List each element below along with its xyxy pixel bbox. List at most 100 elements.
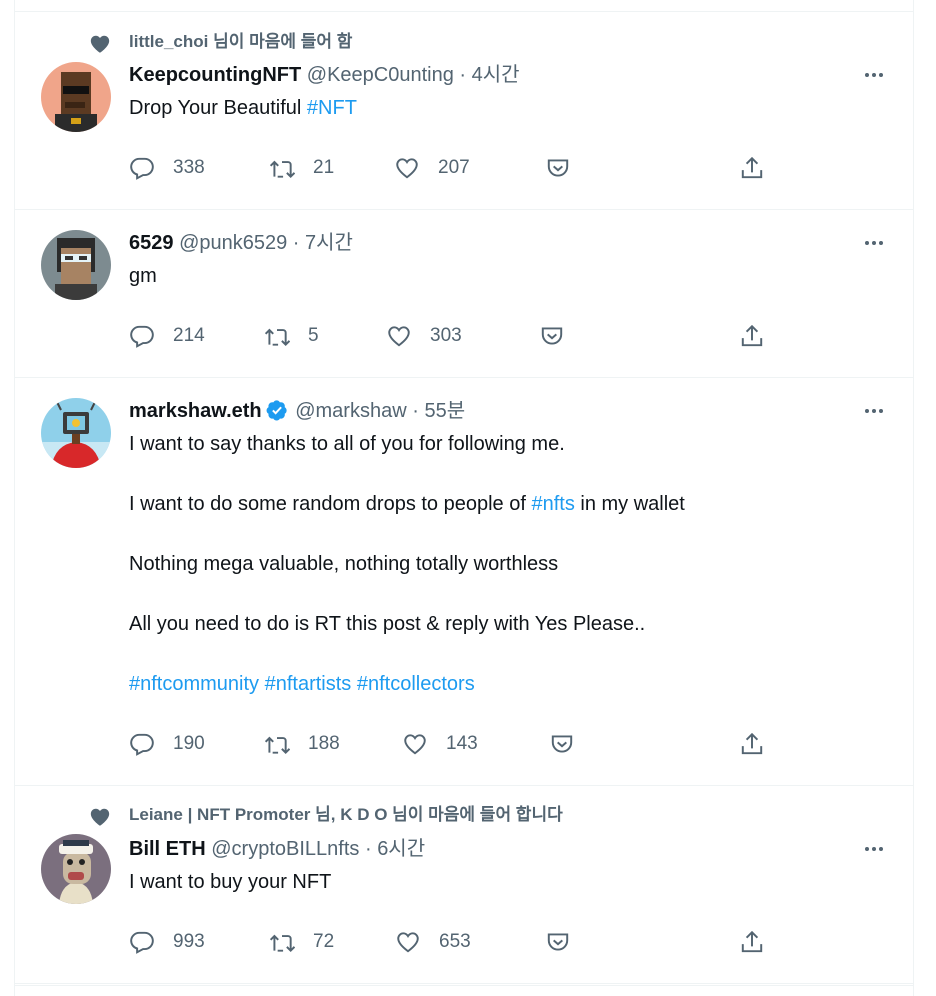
share-button[interactable] — [739, 927, 765, 957]
text: Drop Your Beautiful — [129, 97, 307, 119]
text: I want to buy your NFT — [129, 871, 332, 893]
reply-button[interactable]: 190 — [129, 729, 205, 759]
reply-button[interactable]: 993 — [129, 927, 205, 957]
timestamp[interactable]: 55분 — [424, 400, 465, 422]
user-handle[interactable]: @cryptoBILLnfts — [211, 838, 359, 860]
separator: · — [364, 838, 372, 860]
display-name[interactable]: KeepcountingNFT — [129, 64, 301, 86]
share-button[interactable] — [739, 321, 765, 351]
verified-badge-icon — [266, 400, 287, 421]
save-button[interactable] — [549, 729, 575, 759]
tweet-header: Bill ETH @cryptoBILLnfts · 6시간 — [129, 836, 425, 862]
user-handle[interactable]: @punk6529 — [179, 232, 287, 254]
reply-count: 338 — [173, 157, 205, 178]
share-button[interactable] — [739, 729, 765, 759]
pocket-save-icon — [551, 735, 573, 753]
timestamp[interactable]: 6시간 — [377, 838, 425, 860]
avatar[interactable] — [41, 62, 111, 132]
paragraph: I want to do some random drops to people… — [129, 489, 685, 519]
more-dots-icon[interactable] — [861, 398, 887, 424]
social-context[interactable]: Leiane | NFT Promoter 님, K D O 님이 마음에 들어… — [129, 804, 563, 826]
paragraph: #nftcommunity #nftartists #nftcollectors — [129, 669, 685, 699]
text: I want to say thanks to all of you for f… — [129, 433, 565, 455]
action-bar: 214 5 303 — [129, 321, 913, 351]
hashtag-links[interactable]: #nftcommunity #nftartists #nftcollectors — [129, 673, 475, 695]
heart-filled-icon — [90, 808, 110, 826]
reply-button[interactable]: 214 — [129, 321, 205, 351]
action-bar: 993 72 653 — [129, 927, 913, 957]
tweet-card[interactable]: markshaw.eth @markshaw · 55분 I want to s… — [15, 378, 913, 786]
tweet-card[interactable]: little_choi 님이 마음에 들어 함 KeepcountingNFT … — [15, 12, 913, 210]
timestamp[interactable]: 7시간 — [305, 232, 353, 254]
like-button[interactable]: 653 — [395, 927, 471, 957]
save-button[interactable] — [539, 321, 565, 351]
share-upload-icon — [741, 732, 763, 755]
more-dots-icon[interactable] — [861, 230, 887, 256]
pocket-save-icon — [547, 933, 569, 951]
hashtag-link[interactable]: #NFT — [307, 97, 357, 119]
retweet-button[interactable]: 72 — [269, 927, 334, 957]
hashtag-link[interactable]: #nfts — [531, 493, 574, 515]
share-upload-icon — [741, 324, 763, 347]
separator: · — [292, 232, 300, 254]
like-count: 207 — [438, 157, 470, 178]
user-handle[interactable]: @KeepC0unting — [307, 64, 454, 86]
user-handle[interactable]: @markshaw — [295, 400, 406, 422]
heart-filled-icon — [90, 35, 110, 53]
action-bar: 338 21 207 — [129, 153, 913, 183]
timeline-feed: little_choi 님이 마음에 들어 함 KeepcountingNFT … — [14, 0, 914, 996]
avatar[interactable] — [41, 230, 111, 300]
pocket-save-icon — [541, 327, 563, 345]
paragraph: All you need to do is RT this post & rep… — [129, 609, 685, 639]
share-button[interactable] — [739, 153, 765, 183]
like-button[interactable]: 143 — [402, 729, 478, 759]
text: I want to do some random drops to people… — [129, 493, 532, 515]
tweet-card[interactable]: Leiane | NFT Promoter 님, K D O 님이 마음에 들어… — [15, 786, 913, 984]
like-button[interactable]: 303 — [386, 321, 462, 351]
tweet-header: 6529 @punk6529 · 7시간 — [129, 230, 353, 256]
like-button[interactable]: 207 — [394, 153, 470, 183]
more-dots-icon[interactable] — [861, 62, 887, 88]
speech-bubble-icon — [130, 733, 154, 756]
like-count: 143 — [446, 733, 478, 754]
heart-outline-icon — [396, 158, 418, 179]
timestamp[interactable]: 4시간 — [472, 64, 520, 86]
tweet-text: I want to say thanks to all of you for f… — [129, 429, 685, 699]
retweet-button[interactable]: 21 — [269, 153, 334, 183]
retweet-arrows-icon — [269, 934, 295, 953]
paragraph: Nothing mega valuable, nothing totally w… — [129, 549, 685, 579]
retweet-arrows-icon — [264, 328, 290, 347]
heart-outline-icon — [397, 932, 419, 953]
social-context[interactable]: little_choi 님이 마음에 들어 함 — [129, 31, 352, 53]
tweet-text: Drop Your Beautiful #NFT — [129, 93, 357, 123]
action-bar: 190 188 143 — [129, 729, 913, 759]
more-dots-icon[interactable] — [861, 836, 887, 862]
text: gm — [129, 265, 157, 287]
separator: · — [412, 400, 419, 422]
retweet-count: 5 — [308, 325, 319, 346]
display-name[interactable]: 6529 — [129, 232, 174, 254]
avatar[interactable] — [41, 834, 111, 904]
tweet-text: I want to buy your NFT — [129, 867, 331, 897]
separator: · — [459, 64, 467, 86]
heart-outline-icon — [388, 326, 410, 347]
tweet-text: gm — [129, 261, 157, 291]
reply-button[interactable]: 338 — [129, 153, 205, 183]
save-button[interactable] — [545, 153, 571, 183]
text: Nothing mega valuable, nothing totally w… — [129, 553, 559, 575]
avatar[interactable] — [41, 398, 111, 468]
text: in my wallet — [574, 493, 685, 515]
tweet-card[interactable]: 6529 @punk6529 · 7시간 gm 214 5 303 — [15, 210, 913, 378]
retweet-button[interactable]: 188 — [264, 729, 340, 759]
retweet-count: 21 — [313, 157, 335, 178]
retweet-button[interactable]: 5 — [264, 321, 319, 351]
tweet-header: markshaw.eth @markshaw · 55분 — [129, 398, 465, 424]
paragraph: I want to say thanks to all of you for f… — [129, 429, 685, 459]
share-upload-icon — [741, 156, 763, 179]
reply-count: 993 — [173, 931, 205, 952]
save-button[interactable] — [545, 927, 571, 957]
like-count: 653 — [439, 931, 471, 952]
display-name[interactable]: markshaw.eth — [129, 400, 262, 422]
speech-bubble-icon — [130, 931, 154, 954]
display-name[interactable]: Bill ETH — [129, 838, 206, 860]
